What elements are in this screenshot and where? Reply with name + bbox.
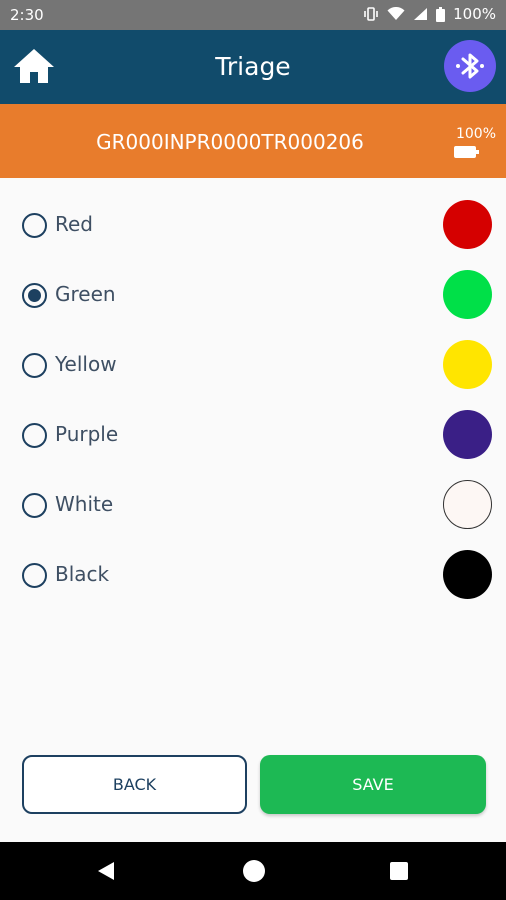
radio-purple[interactable] [22, 423, 47, 448]
system-nav-bar [0, 842, 506, 900]
radio-yellow[interactable] [22, 353, 47, 378]
option-green[interactable]: Green [0, 260, 506, 330]
signal-icon [413, 7, 428, 21]
bluetooth-icon [456, 53, 484, 79]
device-id: GR000INPR0000TR000206 [96, 130, 364, 154]
battery-icon [436, 6, 446, 22]
back-button[interactable]: BACK [22, 755, 247, 814]
nav-recents-icon[interactable] [390, 862, 408, 880]
status-bar: 2:30 100% [0, 0, 506, 30]
option-yellow[interactable]: Yellow [0, 330, 506, 400]
device-id-bar: GR000INPR0000TR000206 100% [0, 104, 506, 178]
vibrate-icon [363, 7, 379, 21]
save-button[interactable]: SAVE [260, 755, 486, 814]
option-red[interactable]: Red [0, 190, 506, 260]
device-battery-percent: 100% [455, 126, 496, 142]
option-white[interactable]: White [0, 470, 506, 540]
radio-red[interactable] [22, 213, 47, 238]
status-icons: 100% [363, 5, 496, 23]
option-label: Red [55, 212, 93, 236]
color-swatch-purple [443, 410, 492, 459]
nav-home-icon[interactable] [243, 860, 265, 882]
color-swatch-black [443, 550, 492, 599]
color-swatch-white [443, 480, 492, 529]
radio-black[interactable] [22, 563, 47, 588]
radio-green[interactable] [22, 283, 47, 308]
option-label: Purple [55, 422, 119, 446]
wifi-icon [387, 7, 405, 21]
option-label: White [55, 492, 114, 516]
page-title: Triage [215, 52, 291, 81]
bluetooth-button[interactable] [444, 40, 496, 92]
device-battery-icon [454, 146, 479, 158]
nav-back-icon[interactable] [97, 861, 115, 881]
option-purple[interactable]: Purple [0, 400, 506, 470]
battery-percent: 100% [453, 5, 496, 23]
option-label: Green [55, 282, 116, 306]
option-black[interactable]: Black [0, 540, 506, 610]
app-bar: Triage [0, 30, 506, 104]
color-swatch-green [443, 270, 492, 319]
option-label: Yellow [55, 352, 117, 376]
radio-white[interactable] [22, 493, 47, 518]
status-time: 2:30 [10, 6, 44, 24]
color-swatch-yellow [443, 340, 492, 389]
color-swatch-red [443, 200, 492, 249]
option-label: Black [55, 562, 110, 586]
